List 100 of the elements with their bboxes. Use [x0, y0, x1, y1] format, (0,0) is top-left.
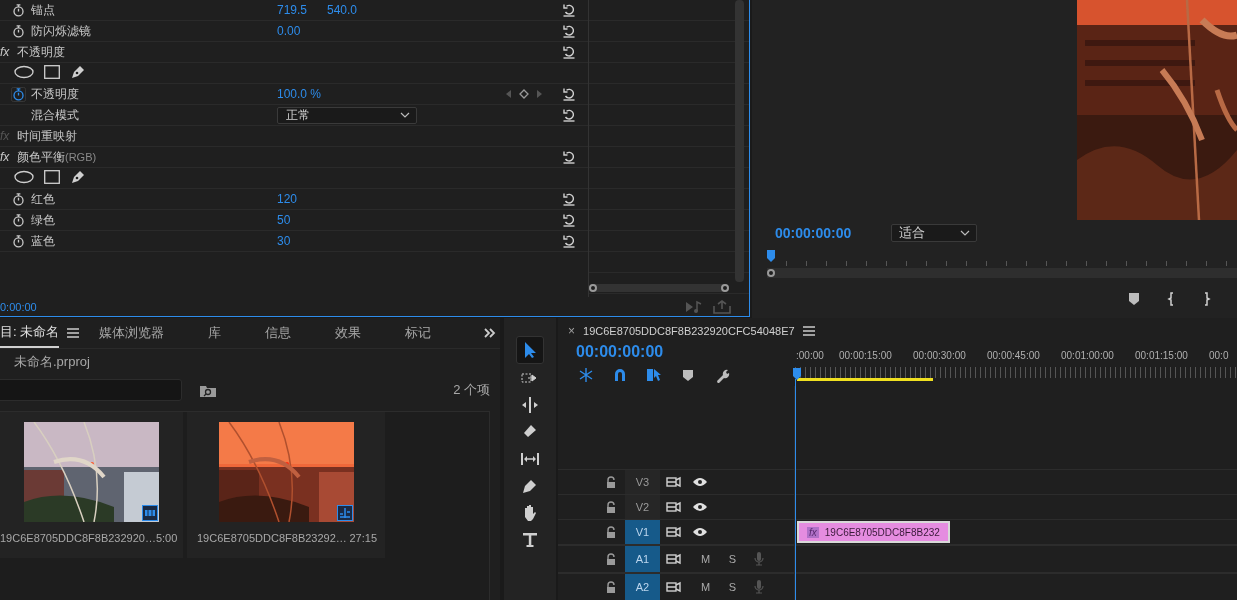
property-value[interactable]: 120: [277, 192, 327, 206]
eye-icon[interactable]: [692, 527, 708, 537]
ruler-label: 00:01:15:00: [1135, 349, 1189, 361]
mark-in-icon[interactable]: [1167, 292, 1175, 306]
close-button[interactable]: ×: [568, 323, 575, 338]
rectangle-mask-icon[interactable]: [44, 170, 60, 184]
pen-mask-icon[interactable]: [70, 64, 86, 80]
track-target[interactable]: V3: [625, 470, 660, 494]
find-icon[interactable]: [200, 383, 216, 397]
playhead-icon[interactable]: [793, 368, 801, 380]
lock-icon[interactable]: [606, 581, 616, 593]
property-value[interactable]: 540.0: [327, 3, 377, 17]
clip-name: 19C6E8705DDC8F8B232920…: [0, 532, 156, 544]
effect-name: 不透明度: [16, 43, 66, 61]
stopwatch-icon[interactable]: [11, 233, 26, 249]
timeline-clip[interactable]: fx 19C6E8705DDC8F8B232: [797, 521, 950, 543]
stopwatch-icon[interactable]: [11, 191, 26, 207]
marker-icon[interactable]: [1129, 293, 1139, 305]
type-icon: [521, 531, 539, 549]
sync-lock-icon[interactable]: [666, 476, 682, 488]
sync-lock-icon[interactable]: [666, 501, 682, 513]
panel-tab[interactable]: 库: [208, 318, 222, 348]
stopwatch-icon[interactable]: [11, 23, 26, 39]
panel-tab[interactable]: 目: 未命名: [0, 318, 60, 348]
playhead-timecode[interactable]: 00:00:00:00: [576, 343, 795, 363]
property-value[interactable]: 719.5: [277, 3, 327, 17]
ruler-label: 00:00:45:00: [987, 349, 1041, 361]
reset-icon[interactable]: [562, 3, 576, 17]
solo-toggle[interactable]: S: [719, 581, 746, 593]
stopwatch-icon[interactable]: [11, 86, 26, 102]
item-count: 2 个项: [453, 381, 490, 399]
reset-icon[interactable]: [562, 24, 576, 38]
zoom-scrollbar[interactable]: [767, 268, 1237, 278]
reset-icon[interactable]: [562, 234, 576, 248]
horizontal-scrollbar[interactable]: [589, 284, 729, 292]
reset-icon[interactable]: [562, 213, 576, 227]
double-chevron-icon[interactable]: [484, 328, 496, 338]
fx-badge[interactable]: fx: [0, 150, 14, 164]
lock-icon[interactable]: [606, 476, 616, 488]
media-card[interactable]: 19C6E8705DDC8F8B232920…5:00: [0, 412, 183, 558]
reset-icon[interactable]: [562, 150, 576, 164]
pen-mask-icon[interactable]: [70, 169, 86, 185]
property-value[interactable]: 30: [277, 234, 327, 248]
property-value[interactable]: 0.00: [277, 24, 327, 38]
project-file-name: 未命名.prproj: [13, 353, 91, 371]
ripple-edit-icon: [521, 396, 539, 414]
marker-icon[interactable]: [680, 367, 696, 383]
nest-icon[interactable]: [578, 367, 594, 383]
eye-icon[interactable]: [692, 502, 708, 512]
ellipse-mask-icon[interactable]: [14, 65, 34, 79]
panel-tab[interactable]: 信息: [265, 318, 292, 348]
media-card[interactable]: 19C6E8705DDC8F8B23292… 27:15: [187, 412, 385, 558]
panel-tab[interactable]: 效果: [335, 318, 362, 348]
reset-icon[interactable]: [562, 192, 576, 206]
selection-tool[interactable]: [516, 336, 544, 364]
solo-toggle[interactable]: S: [719, 553, 746, 565]
rectangle-mask-icon[interactable]: [44, 65, 60, 79]
panel-tab[interactable]: 媒体浏览器: [99, 318, 165, 348]
track-target[interactable]: A1: [625, 546, 660, 572]
menu-icon[interactable]: [802, 325, 815, 336]
track-target[interactable]: V2: [625, 495, 660, 519]
slip-icon: [521, 450, 539, 468]
stopwatch-icon[interactable]: [11, 212, 26, 228]
property-label: 绿色: [31, 211, 56, 229]
track-target[interactable]: V1: [625, 520, 660, 544]
blend-mode-dropdown[interactable]: 正常: [277, 106, 417, 124]
sequence-icon: [336, 505, 353, 521]
sequence-tab[interactable]: 19C6E8705DDC8F8B232920CFC54048E7: [583, 324, 795, 337]
reset-icon[interactable]: [562, 45, 576, 59]
sync-lock-icon[interactable]: [666, 553, 682, 565]
ruler-label: 00:00:30:00: [913, 349, 967, 361]
lock-icon[interactable]: [606, 501, 616, 513]
playhead-timecode[interactable]: 00:00:00:00: [775, 225, 852, 241]
lock-icon[interactable]: [606, 553, 616, 565]
reset-icon[interactable]: [562, 108, 576, 122]
snap-icon[interactable]: [612, 367, 628, 383]
property-label: 混合模式: [31, 106, 80, 124]
linked-icon[interactable]: [646, 367, 662, 383]
settings-icon[interactable]: [714, 367, 730, 383]
menu-icon[interactable]: [67, 328, 80, 338]
lock-icon[interactable]: [606, 526, 616, 538]
reset-icon[interactable]: [562, 87, 576, 101]
stopwatch-icon[interactable]: [11, 2, 26, 18]
property-value[interactable]: 100.0 %: [277, 87, 327, 101]
track-target[interactable]: A2: [625, 574, 660, 600]
sync-lock-icon[interactable]: [666, 526, 682, 538]
ellipse-mask-icon[interactable]: [14, 170, 34, 184]
sync-lock-icon[interactable]: [666, 581, 682, 593]
zoom-dropdown[interactable]: 适合: [891, 224, 978, 242]
property-value[interactable]: 50: [277, 213, 327, 227]
timecode[interactable]: 0:00:00: [0, 300, 37, 313]
mute-toggle[interactable]: M: [692, 553, 719, 565]
ruler-label: :00:00: [795, 349, 825, 361]
panel-tab[interactable]: 标记: [405, 318, 432, 348]
eye-icon[interactable]: [692, 477, 708, 487]
mute-toggle[interactable]: M: [692, 581, 719, 593]
mark-out-icon[interactable]: [1203, 292, 1211, 306]
clip-duration: 5:00: [155, 532, 178, 544]
fx-badge[interactable]: fx: [0, 45, 14, 59]
time-ruler[interactable]: :00:00 00:00:15:00 00:00:30:00 00:00:45:00 00:01:00:00 00:01:15:00 00:0: [795, 343, 1237, 386]
